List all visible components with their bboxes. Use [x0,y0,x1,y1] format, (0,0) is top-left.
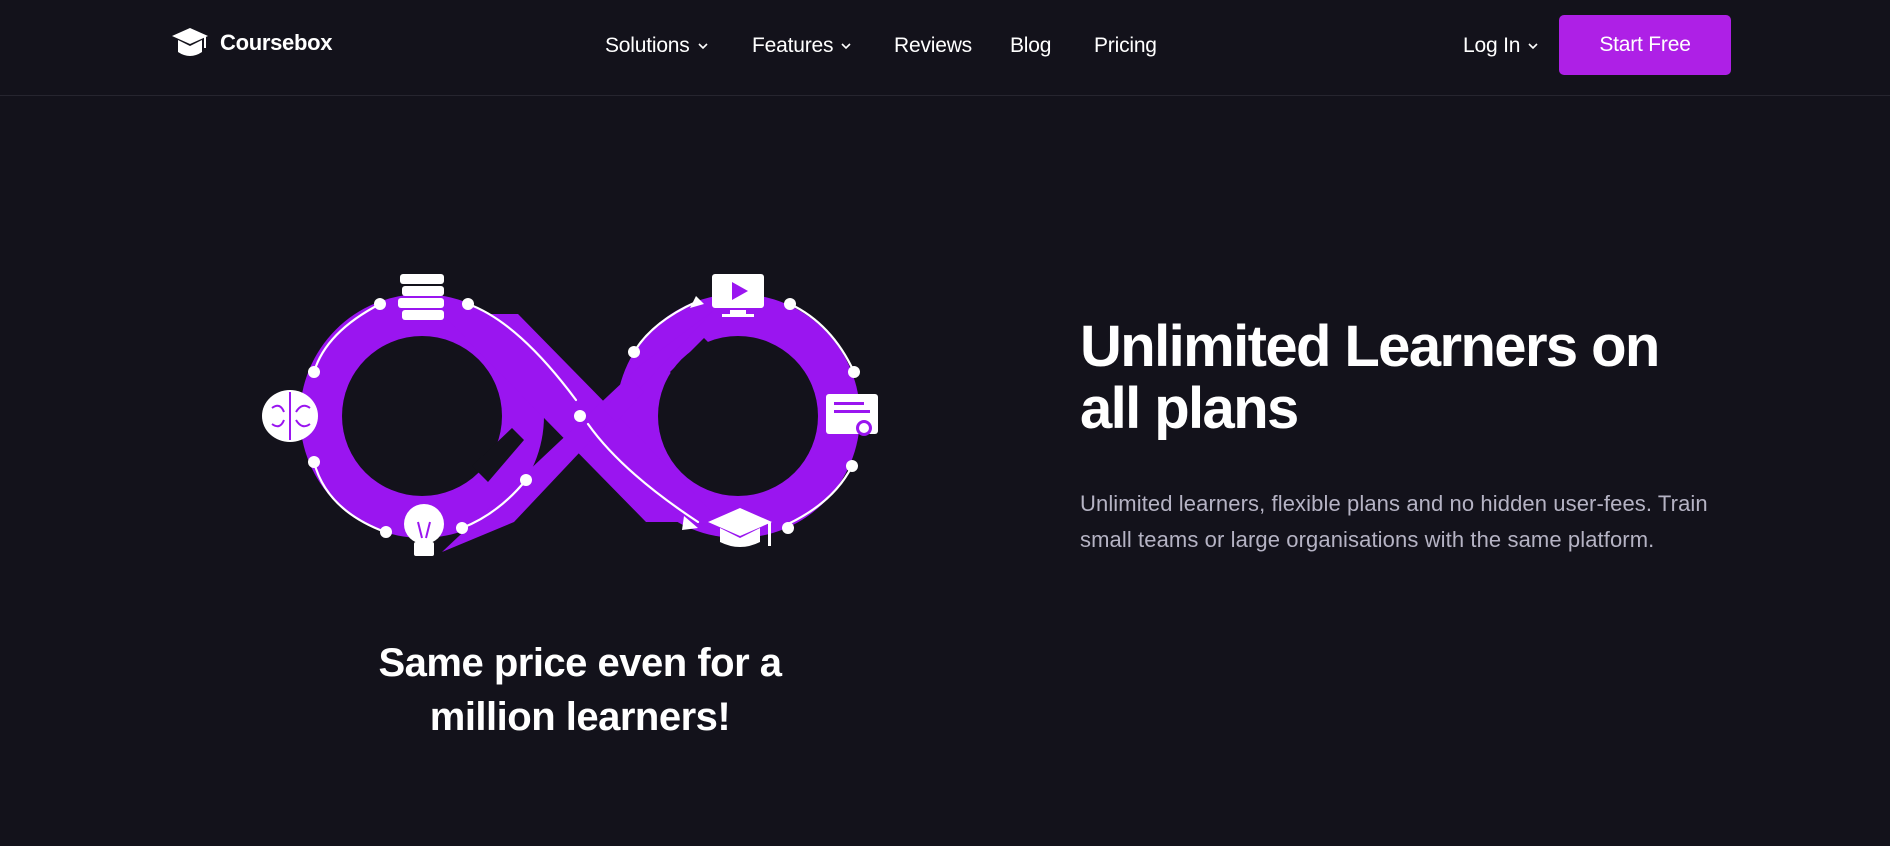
nav-pricing-label: Pricing [1094,34,1157,57]
lightbulb-icon [404,504,444,556]
nav-solutions[interactable]: Solutions [605,30,710,62]
chevron-down-icon [839,39,853,53]
nav-blog[interactable]: Blog [1010,30,1051,62]
certificate-icon [826,394,878,436]
chevron-down-icon [696,39,710,53]
hero-description: Unlimited learners, flexible plans and n… [1080,491,1708,552]
nav-features[interactable]: Features [752,30,853,62]
illustration-caption: Same price even for a million learners! [378,641,782,739]
infinity-band [300,294,860,552]
nav-reviews[interactable]: Reviews [894,30,972,62]
brain-icon [262,390,318,442]
nav-reviews-label: Reviews [894,34,972,57]
login-label: Log In [1463,34,1521,57]
site-header: Coursebox Solutions Features Reviews Blo… [0,0,1890,96]
infinity-illustration [262,252,898,580]
start-free-button[interactable]: Start Free [1559,15,1731,75]
login-menu[interactable]: Log In [1463,30,1540,62]
nav-blog-label: Blog [1010,34,1052,57]
chevron-down-icon [1526,39,1540,53]
nav-pricing[interactable]: Pricing [1094,30,1157,62]
nav-features-label: Features [752,34,834,57]
nav-solutions-label: Solutions [605,34,690,57]
hero-title: Unlimited Learners on all plans [1080,314,1660,441]
